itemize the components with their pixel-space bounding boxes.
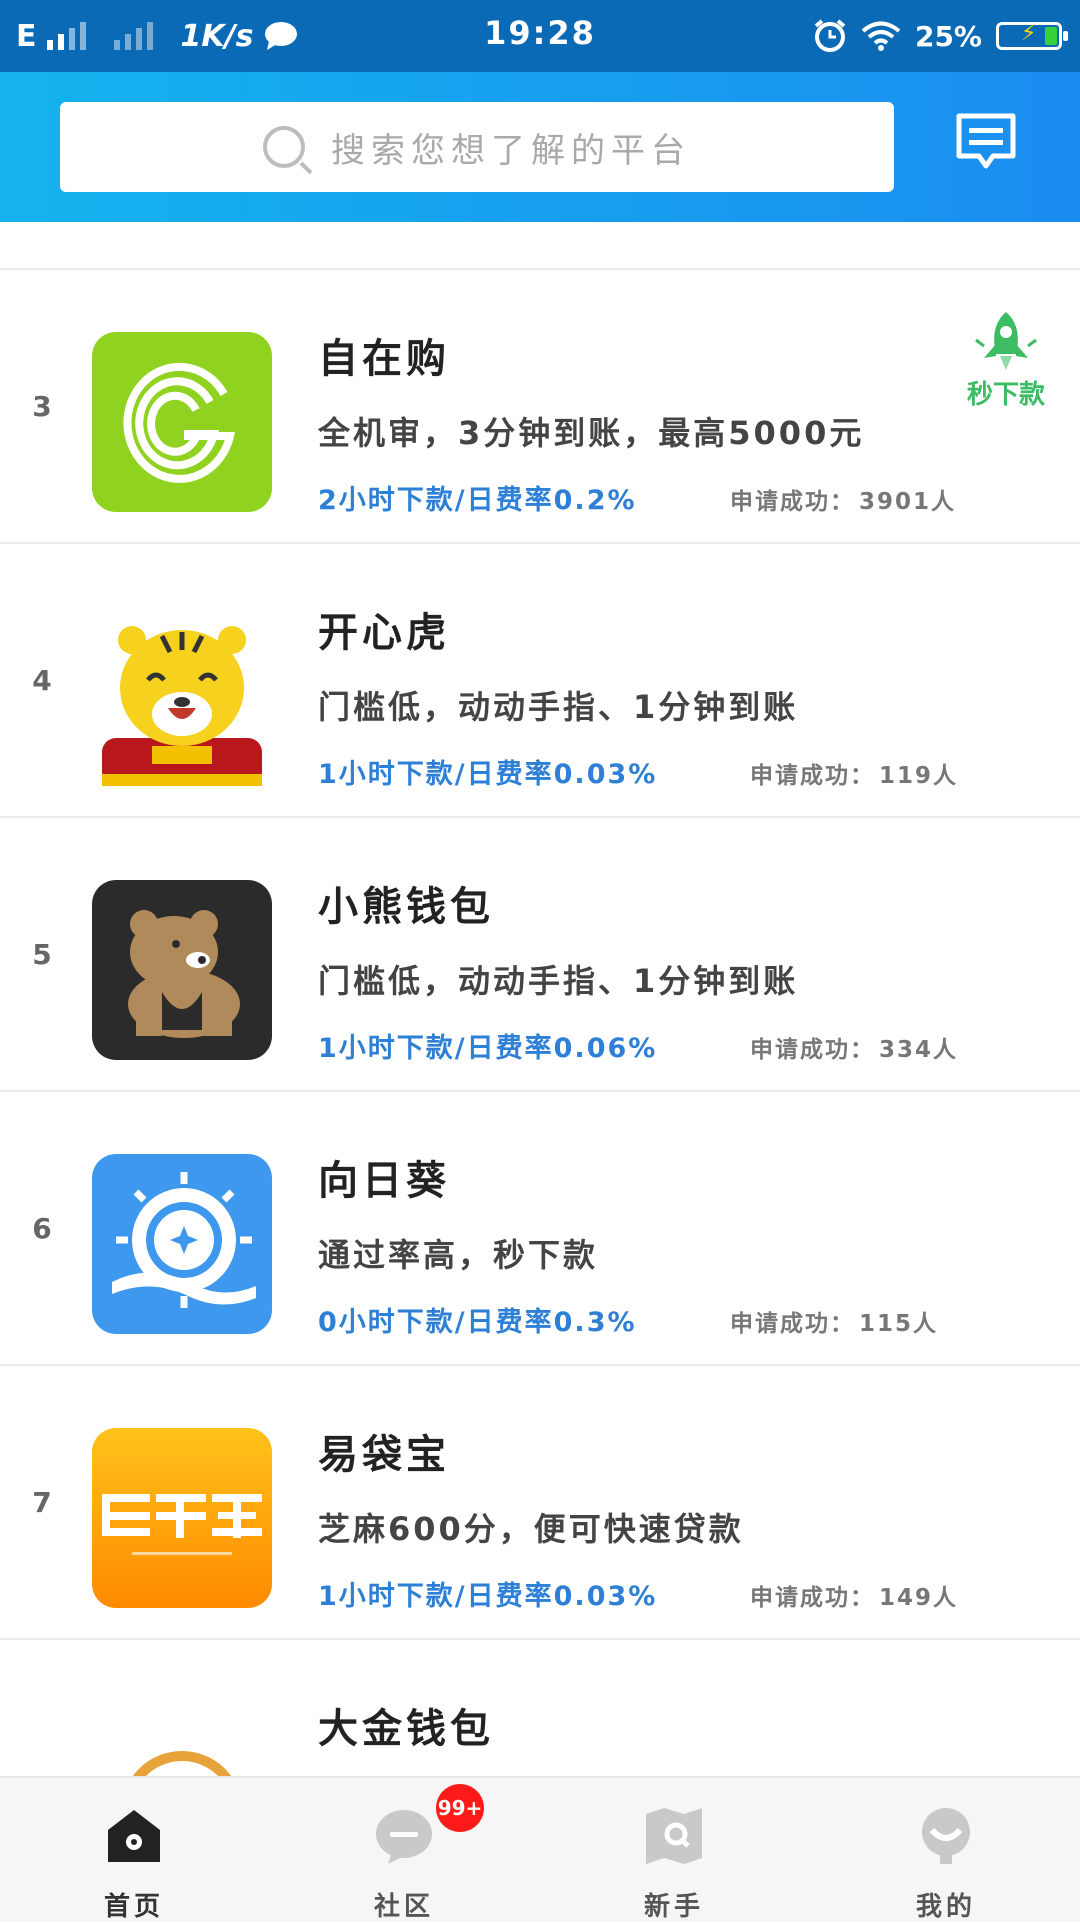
status-right: 25% ⚡ xyxy=(813,14,1068,58)
platform-rate: 1小时下款/日费率0.06% xyxy=(318,1033,658,1064)
tab-label: 社区 xyxy=(373,1892,434,1922)
bottom-tab-bar: 首页 社区 新手 我的 xyxy=(0,1776,1080,1922)
profile-icon xyxy=(922,1808,970,1864)
g-logo xyxy=(92,332,272,512)
applied-value: 115人 xyxy=(859,1311,939,1337)
applied-count: 申请成功： 115人 xyxy=(730,1304,938,1338)
platform-desc: 通过率高，秒下款 xyxy=(318,1236,599,1274)
alarm-icon xyxy=(814,19,846,52)
list-item[interactable]: 5 小熊钱包 门槛低，动动手指、1分钟到账 1小时下款/日费率0.06% 申请成… xyxy=(0,818,1080,1092)
yidaibao-logo xyxy=(92,1428,272,1608)
rank-number: 5 xyxy=(32,938,52,971)
rocket-icon xyxy=(975,312,1037,370)
platform-desc: 门槛低，动动手指、1分钟到账 xyxy=(318,688,799,726)
chat-icon xyxy=(376,1810,432,1864)
list-item[interactable]: 7 易袋宝 芝麻600分，便可快速贷款 1小时下款/日费率0.03% 申请成功：… xyxy=(0,1366,1080,1640)
wifi-icon xyxy=(861,21,901,51)
applied-label: 申请成功： xyxy=(730,489,855,515)
tab-home[interactable]: 首页 xyxy=(34,1778,234,1922)
platform-name: 小熊钱包 xyxy=(318,884,494,930)
tab-mine[interactable]: 我的 xyxy=(846,1778,1046,1922)
platform-rate: 1小时下款/日费率0.03% xyxy=(318,759,658,790)
platform-name: 易袋宝 xyxy=(318,1432,450,1478)
platform-rate: 0小时下款/日费率0.3% xyxy=(318,1307,637,1338)
rank-number: 7 xyxy=(32,1486,52,1519)
tiger-logo xyxy=(92,606,272,786)
platform-desc: 全机审，3分钟到账，最高5000元 xyxy=(318,414,865,452)
search-placeholder: 搜索您想了解的平台 xyxy=(331,130,691,171)
rank-number: 3 xyxy=(32,390,52,423)
platform-name: 大金钱包 xyxy=(318,1706,494,1752)
tab-newbie[interactable]: 新手 xyxy=(574,1778,774,1922)
platform-name: 自在购 xyxy=(318,336,450,382)
rank-number: 4 xyxy=(32,664,52,697)
sun-logo xyxy=(92,1154,272,1334)
status-bar: E 1K/s 19:28 25% ⚡ xyxy=(0,0,1080,72)
tab-label: 我的 xyxy=(915,1892,976,1922)
applied-count: 申请成功： 119人 xyxy=(750,756,958,790)
applied-count: 申请成功： 149人 xyxy=(750,1578,958,1612)
applied-value: 3901人 xyxy=(859,489,957,515)
platform-desc: 芝麻600分，便可快速贷款 xyxy=(318,1510,744,1548)
search-icon xyxy=(263,126,305,168)
search-input[interactable]: 搜索您想了解的平台 xyxy=(60,102,894,192)
badge-label: 秒下款 xyxy=(966,380,1045,410)
battery-icon: ⚡ xyxy=(996,21,1068,50)
message-icon[interactable] xyxy=(955,112,1017,174)
platform-list: 3 自在购 全机审，3分钟到账，最高5000元 2小时下款/日费率0.2% 申请… xyxy=(0,222,1080,1912)
list-top-divider xyxy=(0,222,1080,270)
applied-label: 申请成功： xyxy=(730,1311,855,1337)
map-icon xyxy=(646,1808,702,1864)
applied-label: 申请成功： xyxy=(750,1585,875,1611)
bear-logo xyxy=(92,880,272,1060)
community-notification-badge: 99+ xyxy=(436,1784,484,1832)
platform-name: 开心虎 xyxy=(318,610,450,656)
home-icon xyxy=(108,1810,160,1862)
fast-loan-badge: 秒下款 xyxy=(956,310,1056,411)
platform-rate: 2小时下款/日费率0.2% xyxy=(318,485,637,516)
applied-count: 申请成功： 3901人 xyxy=(730,482,956,516)
list-item[interactable]: 3 自在购 全机审，3分钟到账，最高5000元 2小时下款/日费率0.2% 申请… xyxy=(0,270,1080,544)
applied-count: 申请成功： 334人 xyxy=(750,1030,958,1064)
applied-label: 申请成功： xyxy=(750,1037,875,1063)
platform-name: 向日葵 xyxy=(318,1158,450,1204)
applied-value: 334人 xyxy=(879,1037,959,1063)
rank-number: 6 xyxy=(32,1212,52,1245)
battery-percent: 25% xyxy=(914,19,982,53)
list-item[interactable]: 4 开心虎 门槛低，动动手指、1分钟到账 1小时下款/日费率0.03% 申请成功… xyxy=(0,544,1080,818)
applied-label: 申请成功： xyxy=(750,763,875,789)
tab-label: 首页 xyxy=(103,1892,164,1922)
applied-value: 119人 xyxy=(879,763,959,789)
platform-desc: 门槛低，动动手指、1分钟到账 xyxy=(318,962,799,1000)
tab-label: 新手 xyxy=(643,1892,704,1922)
app-header: 搜索您想了解的平台 xyxy=(0,72,1080,222)
list-item[interactable]: 6 向日葵 通过率高，秒下款 0小时下款/日费率0.3% 申请成功： 115人 xyxy=(0,1092,1080,1366)
platform-rate: 1小时下款/日费率0.03% xyxy=(318,1581,658,1612)
applied-value: 149人 xyxy=(879,1585,959,1611)
